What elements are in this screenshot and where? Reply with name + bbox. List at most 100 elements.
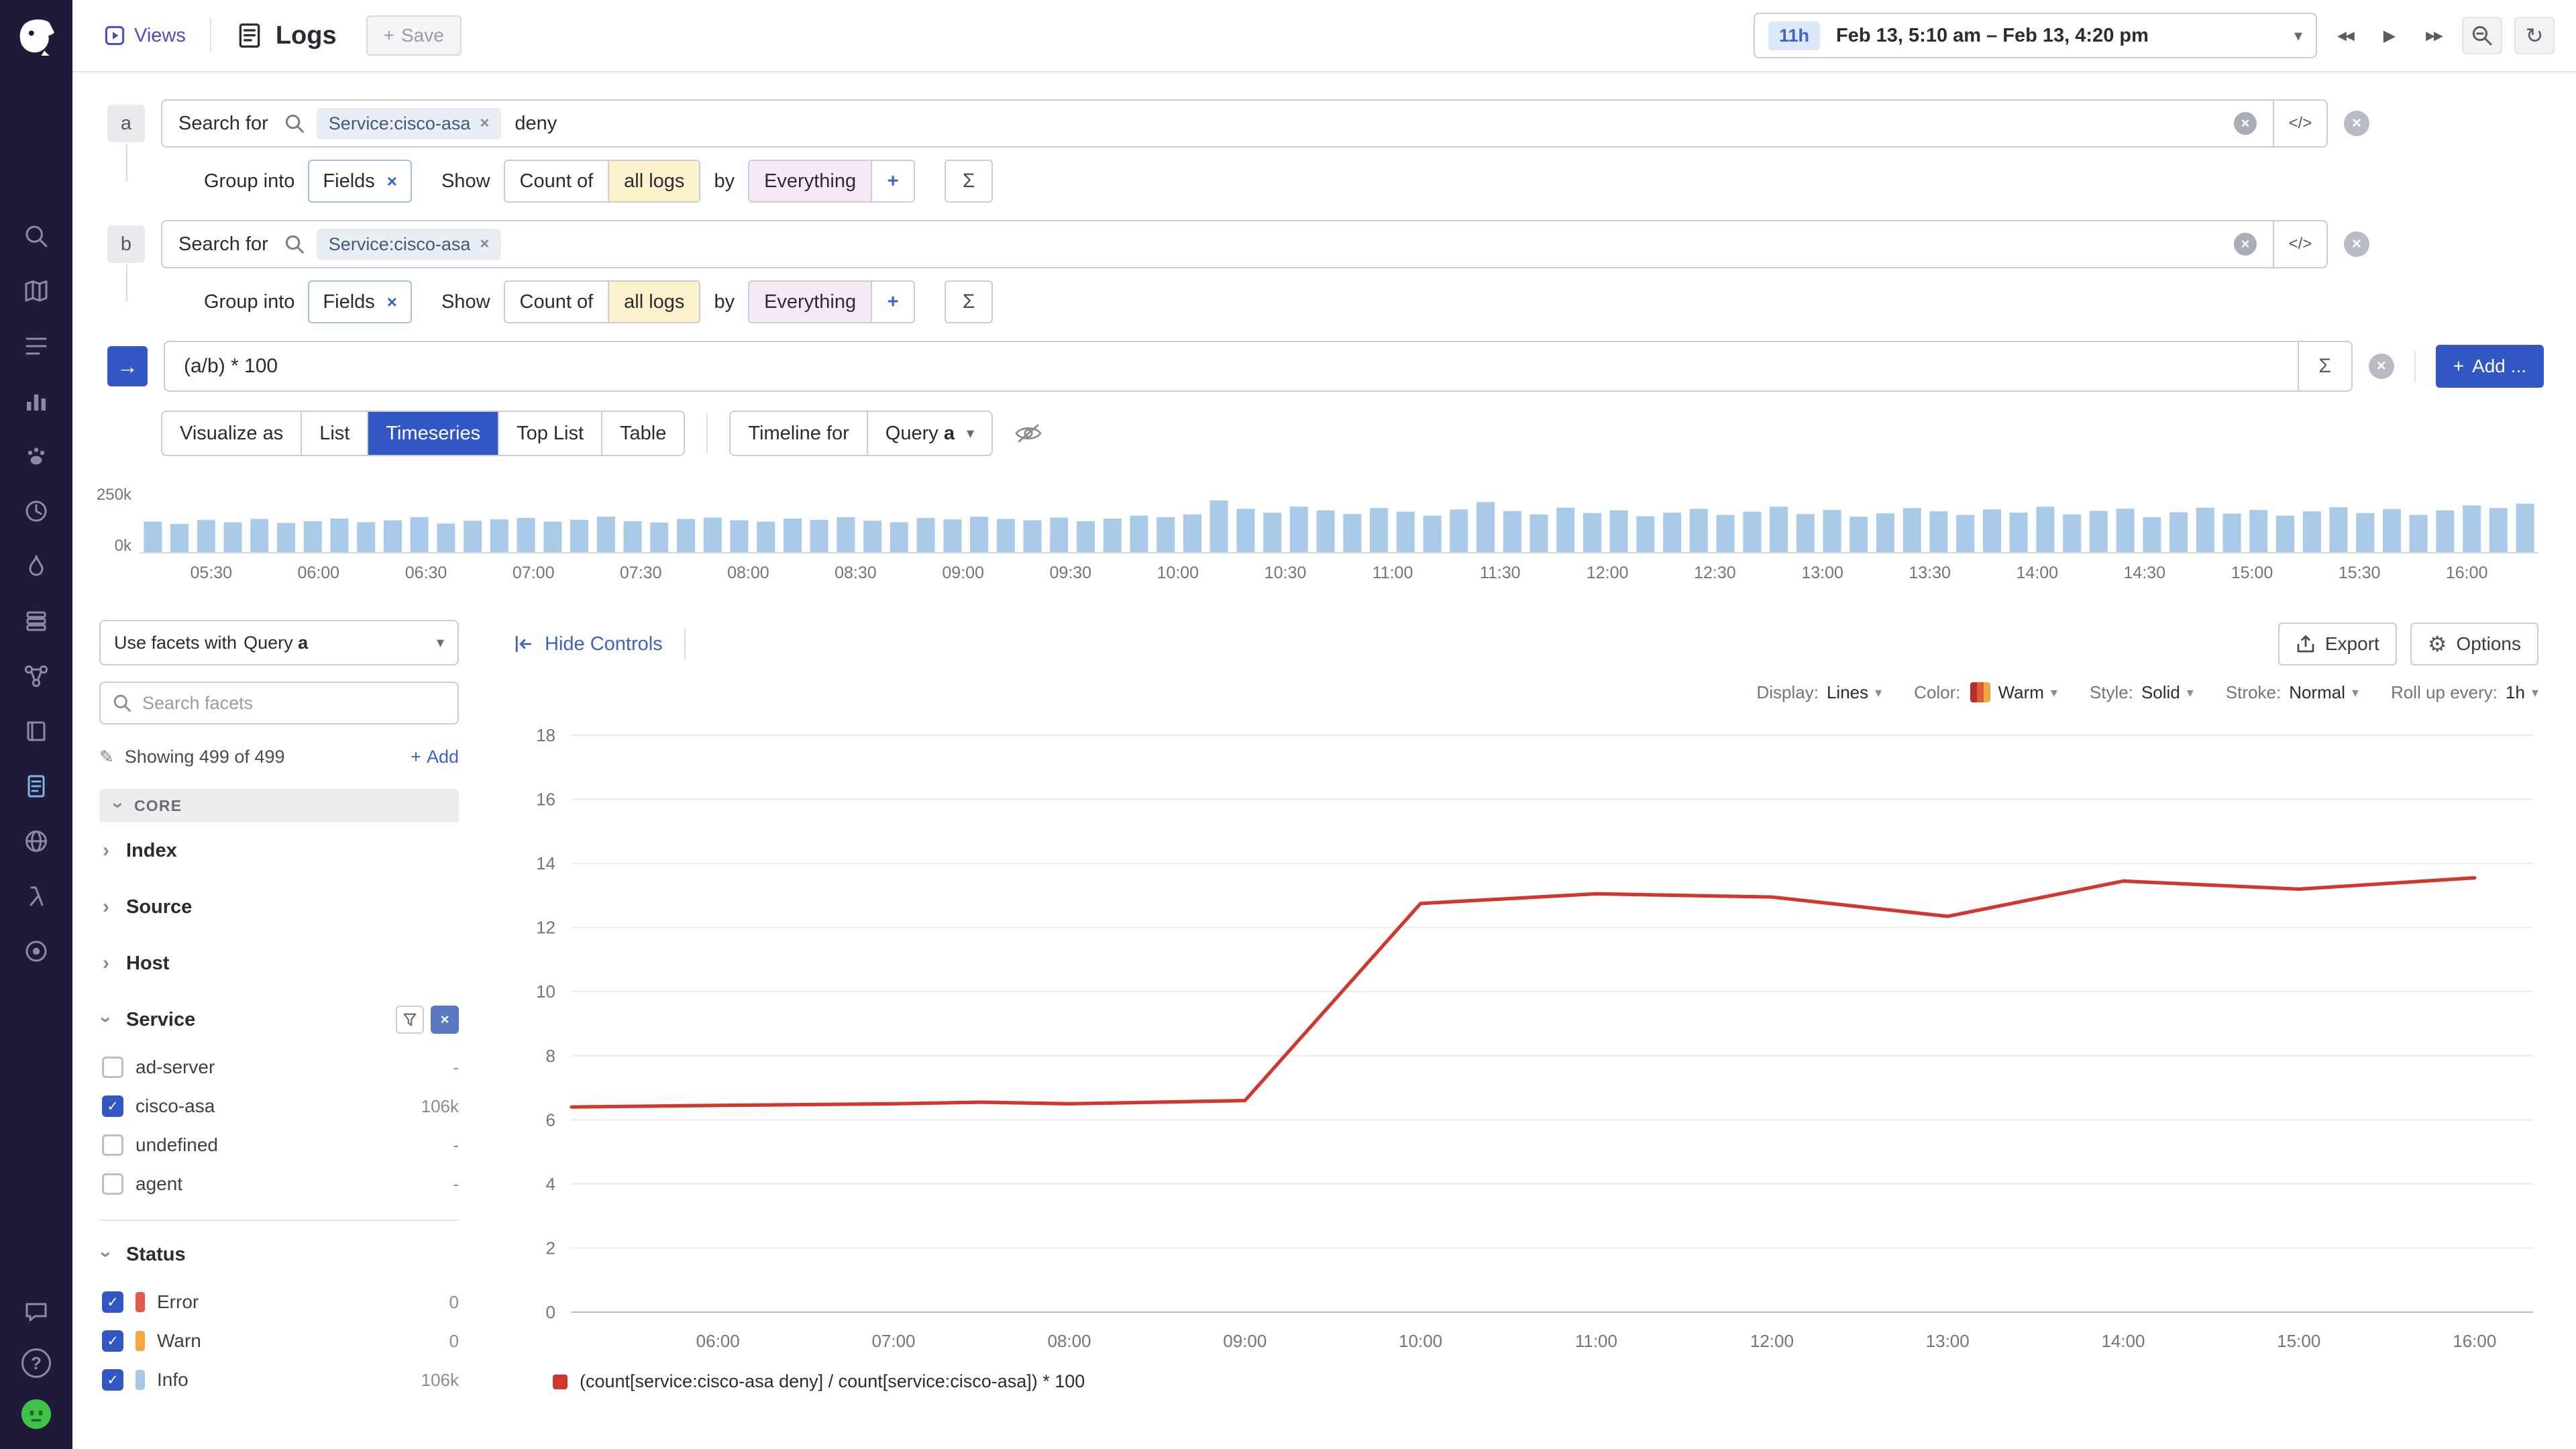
by-value[interactable]: Everything xyxy=(749,282,871,322)
code-mode-button[interactable]: </> xyxy=(2273,221,2326,267)
use-facets-with-select[interactable]: Use facets with Query a ▾ xyxy=(99,620,459,665)
notebooks-icon[interactable] xyxy=(20,715,52,747)
add-facet-button[interactable]: + Add xyxy=(411,747,459,767)
save-button[interactable]: + Save xyxy=(366,15,462,56)
processes-icon[interactable] xyxy=(20,605,52,637)
rollup-select[interactable]: Roll up every: 1h ▾ xyxy=(2391,682,2538,703)
filter-icon[interactable] xyxy=(396,1006,424,1034)
code-mode-button[interactable]: </> xyxy=(2273,101,2326,146)
facet-item[interactable]: ✓Warn0 xyxy=(99,1322,459,1360)
facet-item[interactable]: ✓Error0 xyxy=(99,1283,459,1322)
remove-group-icon[interactable]: × xyxy=(387,171,397,192)
facet-group-source[interactable]: › Source xyxy=(99,879,459,935)
facet-item[interactable]: undefined- xyxy=(99,1126,459,1165)
search-for-label[interactable]: Search for xyxy=(162,113,282,135)
search-input-a[interactable]: Search for Service:cisco-asa × deny × </… xyxy=(161,99,2328,148)
facet-checkbox[interactable]: ✓ xyxy=(102,1291,123,1313)
views-button[interactable]: Views xyxy=(105,25,186,47)
facet-item[interactable]: agent- xyxy=(99,1165,459,1203)
aggregation-target[interactable]: all logs xyxy=(608,282,699,322)
infrastructure-icon[interactable] xyxy=(20,275,52,307)
skip-back-button[interactable]: ◀◀ xyxy=(2329,17,2361,54)
style-select[interactable]: Style: Solid ▾ xyxy=(2090,682,2194,703)
apm-icon[interactable] xyxy=(20,495,52,527)
aggregation-function[interactable]: Count of xyxy=(505,282,608,322)
facet-item[interactable]: ✓cisco-asa106k xyxy=(99,1087,459,1126)
viz-option-top-list[interactable]: Top List xyxy=(498,412,601,455)
add-query-button[interactable]: + Add ... xyxy=(2436,345,2544,388)
facet-item[interactable]: ad-server- xyxy=(99,1048,459,1087)
display-select[interactable]: Display: Lines ▾ xyxy=(1756,682,1882,703)
facet-group-host[interactable]: › Host xyxy=(99,935,459,991)
facet-section-core[interactable]: › CORE xyxy=(99,789,459,822)
chart-legend[interactable]: (count[service:cisco-asa deny] / count[s… xyxy=(553,1371,2538,1392)
color-select[interactable]: Color: Warm ▾ xyxy=(1914,682,2057,703)
add-by-button[interactable]: + xyxy=(871,282,914,322)
options-button[interactable]: ⚙ Options xyxy=(2410,623,2538,665)
formula-sigma-button[interactable]: Σ xyxy=(2298,342,2351,390)
export-button[interactable]: Export xyxy=(2278,623,2397,665)
remove-tag-icon[interactable]: × xyxy=(480,114,489,133)
viz-option-list[interactable]: List xyxy=(301,412,367,455)
log-volume-timeline[interactable]: 250k 0k 05:3006:0006:3007:0007:3008:0008… xyxy=(140,491,2538,606)
facet-checkbox[interactable]: ✓ xyxy=(102,1369,123,1391)
hide-timeline-button[interactable] xyxy=(1014,423,1042,443)
clear-search-icon[interactable]: × xyxy=(2234,112,2257,135)
by-value[interactable]: Everything xyxy=(749,161,871,201)
hide-controls-button[interactable]: Hide Controls xyxy=(513,633,663,655)
facet-group-status[interactable]: › Status xyxy=(99,1226,459,1283)
viz-option-table[interactable]: Table xyxy=(601,412,684,455)
play-button[interactable]: ▶ xyxy=(2373,17,2406,54)
serverless-icon[interactable] xyxy=(20,880,52,912)
facet-checkbox[interactable] xyxy=(102,1134,123,1156)
help-icon[interactable]: ? xyxy=(21,1348,51,1378)
filter-tag[interactable]: Service:cisco-asa × xyxy=(317,108,502,140)
remove-query-button[interactable]: × xyxy=(2344,111,2369,136)
events-icon[interactable] xyxy=(20,330,52,362)
add-by-button[interactable]: + xyxy=(871,161,914,201)
facet-checkbox[interactable]: ✓ xyxy=(102,1330,123,1352)
network-icon[interactable] xyxy=(20,660,52,692)
time-range-picker[interactable]: 11h Feb 13, 5:10 am – Feb 13, 4:20 pm ▾ xyxy=(1754,13,2317,58)
aggregate-sigma-button[interactable]: Σ xyxy=(945,280,993,323)
remove-query-button[interactable]: × xyxy=(2344,231,2369,257)
facet-checkbox[interactable]: ✓ xyxy=(102,1095,123,1117)
watchdog-icon[interactable] xyxy=(20,440,52,472)
search-input-b[interactable]: Search for Service:cisco-asa × × </> xyxy=(161,220,2328,268)
remove-tag-icon[interactable]: × xyxy=(480,235,489,254)
facet-group-index[interactable]: › Index xyxy=(99,822,459,879)
dashboards-icon[interactable] xyxy=(20,385,52,417)
facet-checkbox[interactable] xyxy=(102,1057,123,1078)
group-by-chip[interactable]: Fields × xyxy=(308,280,412,323)
group-by-chip[interactable]: Fields × xyxy=(308,160,412,203)
aggregation-target[interactable]: all logs xyxy=(608,161,699,201)
skip-forward-button[interactable]: ▶▶ xyxy=(2418,17,2450,54)
facet-search-box[interactable] xyxy=(99,682,459,724)
datadog-logo-icon[interactable] xyxy=(12,13,60,62)
viz-option-timeseries[interactable]: Timeseries xyxy=(367,412,498,455)
facet-checkbox[interactable] xyxy=(102,1173,123,1195)
edit-icon[interactable]: ✎ xyxy=(99,747,114,767)
timeline-query-select[interactable]: Query a ▾ xyxy=(867,412,991,455)
timeseries-chart[interactable]: 02468101214161806:0007:0008:0009:0010:00… xyxy=(513,719,2538,1366)
zoom-out-button[interactable] xyxy=(2462,17,2502,54)
aggregation-function[interactable]: Count of xyxy=(505,161,608,201)
aggregate-sigma-button[interactable]: Σ xyxy=(945,160,993,203)
filter-tag[interactable]: Service:cisco-asa × xyxy=(317,229,502,260)
facet-search-input[interactable] xyxy=(142,693,445,714)
search-icon[interactable] xyxy=(20,220,52,252)
clear-facet-filter-button[interactable]: × xyxy=(431,1006,459,1034)
formula-input[interactable]: (a/b) * 100 Σ xyxy=(164,341,2353,392)
refresh-button[interactable]: ↻ xyxy=(2514,17,2555,54)
clear-search-icon[interactable]: × xyxy=(2234,233,2257,256)
search-for-label[interactable]: Search for xyxy=(162,233,282,256)
profiling-icon[interactable] xyxy=(20,550,52,582)
facet-group-service[interactable]: › Service × xyxy=(99,991,459,1048)
user-avatar[interactable] xyxy=(20,1398,52,1430)
security-icon[interactable] xyxy=(20,825,52,857)
timeline-histogram[interactable]: 05:3006:0006:3007:0007:3008:0008:3009:00… xyxy=(140,491,2538,585)
logs-icon[interactable] xyxy=(20,770,52,802)
remove-group-icon[interactable]: × xyxy=(387,292,397,313)
ci-cd-icon[interactable] xyxy=(20,935,52,967)
remove-formula-button[interactable]: × xyxy=(2369,354,2394,379)
